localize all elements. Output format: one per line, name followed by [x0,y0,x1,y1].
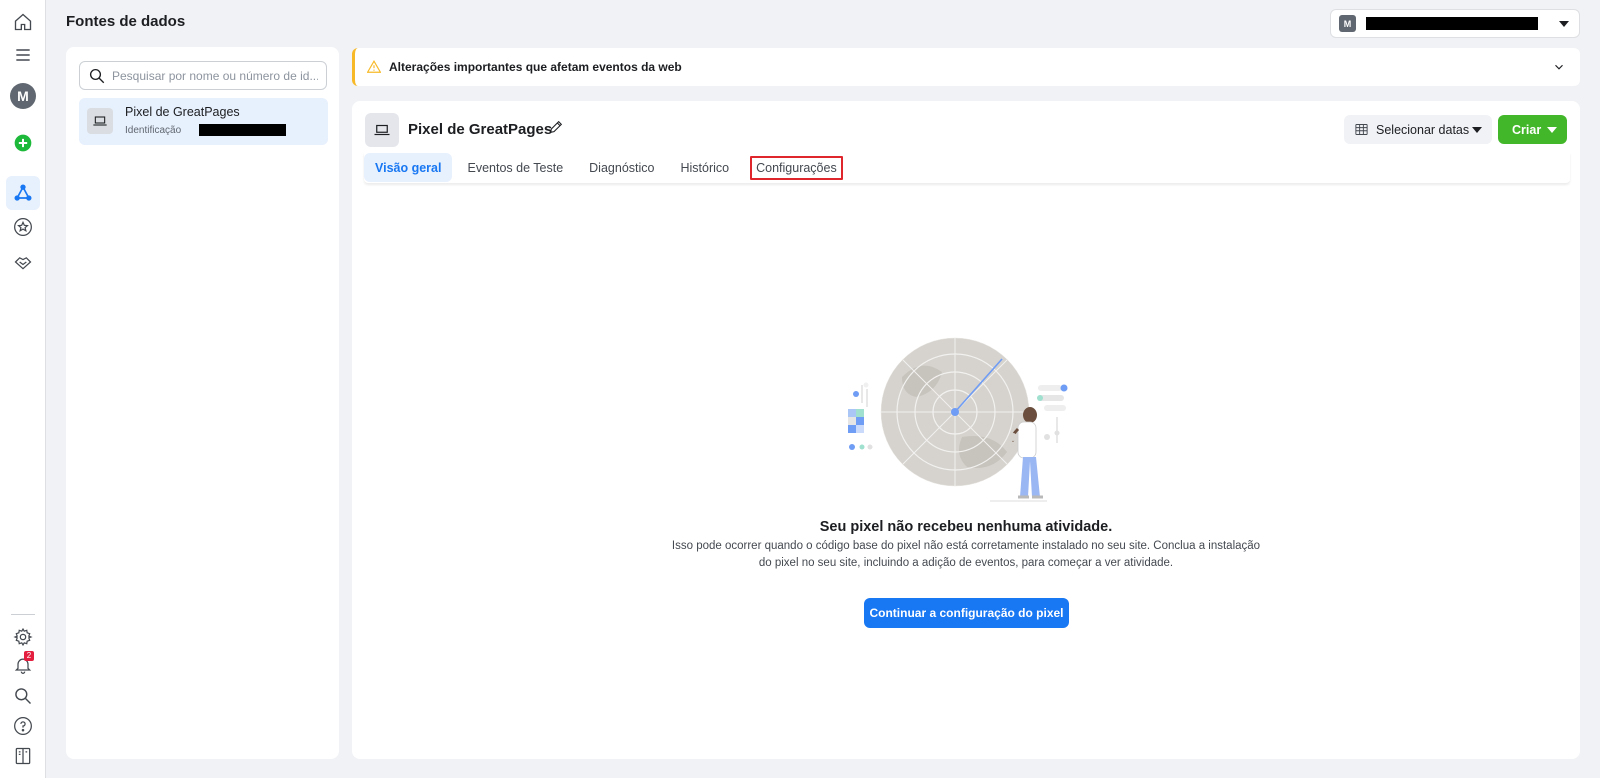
chevron-down-icon[interactable] [1552,60,1566,74]
left-nav-rail: M 2 [0,0,46,778]
select-dates-button[interactable]: Selecionar datas [1344,115,1492,144]
important-changes-banner[interactable]: Alterações importantes que afetam evento… [352,48,1580,86]
pixel-id-label: Identificação [125,125,182,136]
warning-icon [367,60,381,73]
pixel-tabs: Visão geral Eventos de Teste Diagnóstico… [364,152,1570,183]
star-icon[interactable] [6,210,40,244]
search-input[interactable] [112,68,318,83]
empty-state-line-1: Isso pode ocorrer quando o código base d… [671,540,1261,552]
search-box[interactable] [79,61,327,90]
data-sources-list-panel: Pixel de GreatPages Identificação [66,47,339,759]
chevron-down-icon [1472,126,1482,133]
business-name-redacted [1366,17,1538,30]
edit-pencil-icon[interactable] [548,119,564,135]
tab-overview[interactable]: Visão geral [364,153,453,182]
banner-text: Alterações importantes que afetam evento… [389,60,682,74]
tab-diagnostics[interactable]: Diagnóstico [578,153,665,182]
create-button[interactable]: Criar [1498,115,1567,144]
search-icon [89,68,105,83]
chevron-down-icon [1547,126,1557,133]
list-item-pixel[interactable]: Pixel de GreatPages Identificação [79,98,328,145]
empty-state-title: Seu pixel não recebeu nenhuma atividade. [819,519,1113,535]
create-button-label: Criar [1512,122,1542,137]
radar-illustration [848,337,1068,502]
rail-divider [11,614,35,615]
business-avatar: M [1339,15,1356,32]
continue-pixel-setup-button[interactable]: Continuar a configuração do pixel [864,598,1069,628]
notifications-bell-icon[interactable]: 2 [6,648,40,682]
pixel-title: Pixel de GreatPages [408,121,553,138]
select-dates-label: Selecionar datas [1376,122,1470,137]
help-icon[interactable] [6,709,40,743]
create-plus-icon[interactable] [6,126,40,160]
pixel-name: Pixel de GreatPages [125,105,240,119]
laptop-icon [365,113,399,147]
search-icon[interactable] [6,679,40,713]
home-icon[interactable] [6,5,40,39]
avatar: M [10,83,36,109]
account-avatar[interactable]: M [6,79,40,113]
calendar-table-icon [1355,124,1368,135]
pixel-id-redacted [199,124,286,136]
panel-toggle-icon[interactable] [6,739,40,773]
page-title: Fontes de dados [66,13,186,30]
events-manager-icon[interactable] [6,176,40,210]
menu-icon[interactable] [6,38,40,72]
empty-state-description: Isso pode ocorrer quando o código base d… [646,538,1286,572]
pixel-details-panel: Pixel de GreatPages Selecionar datas Cri… [352,101,1580,759]
tab-test-events[interactable]: Eventos de Teste [456,153,574,182]
partners-handshake-icon[interactable] [6,245,40,279]
tab-history[interactable]: Histórico [669,153,740,182]
notification-badge: 2 [24,651,34,661]
laptop-icon [87,108,113,134]
chevron-down-icon [1559,20,1569,27]
empty-state-line-2: do pixel no seu site, incluindo a adição… [758,557,1174,569]
tab-settings[interactable]: Configurações [750,155,843,180]
business-account-dropdown[interactable]: M [1330,9,1580,38]
